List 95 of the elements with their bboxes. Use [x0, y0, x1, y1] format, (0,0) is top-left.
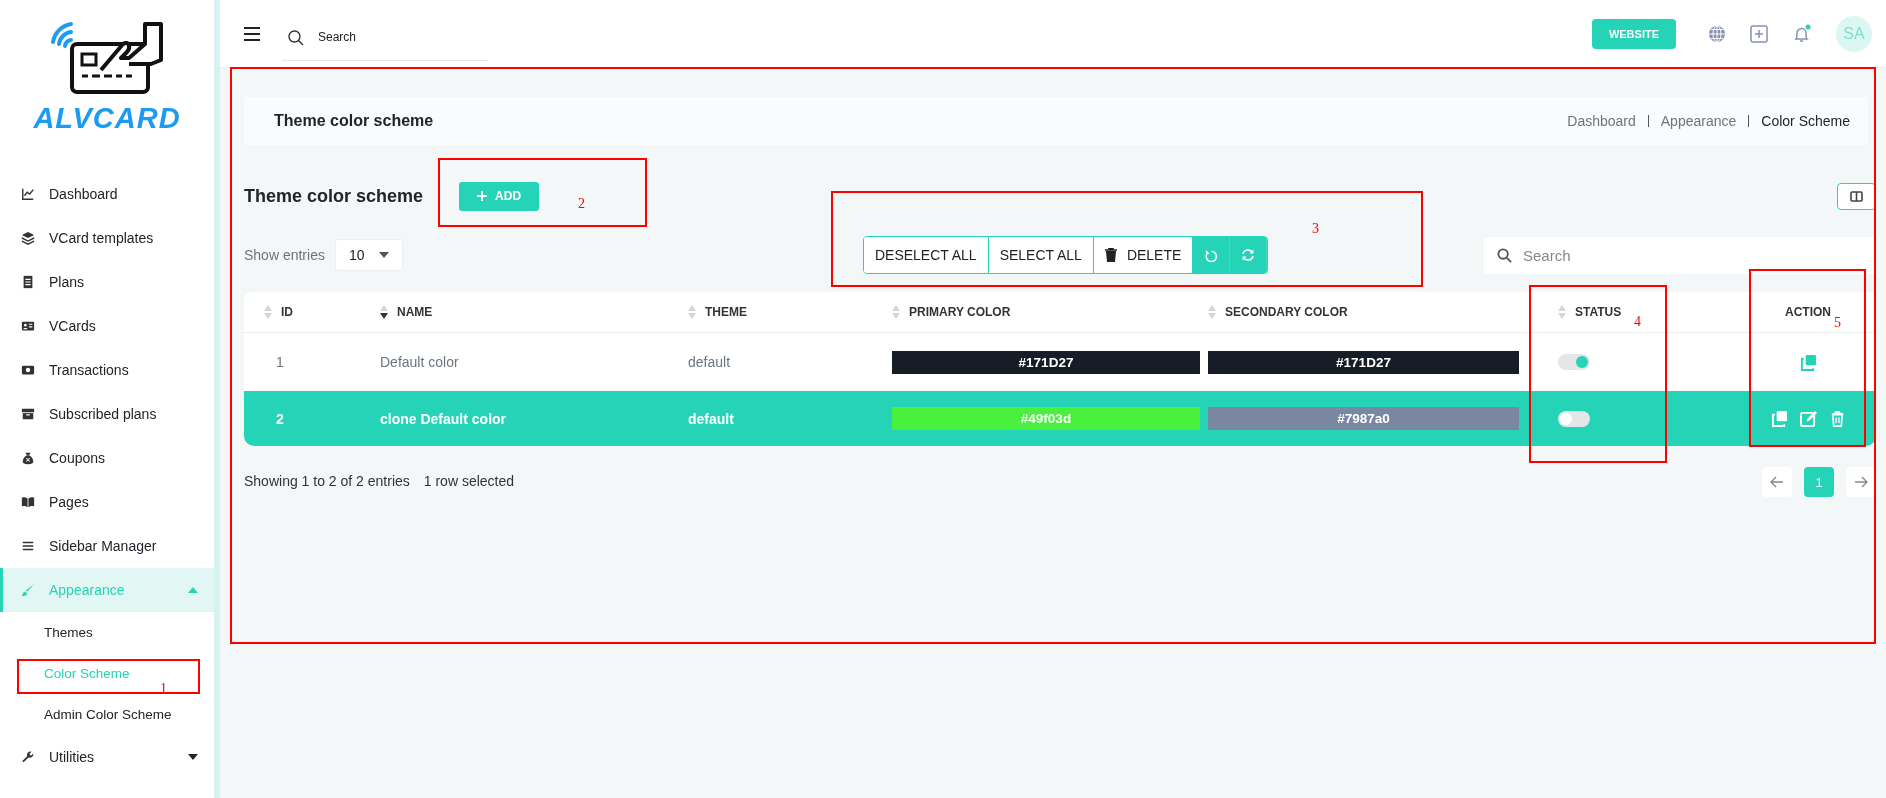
add-icon[interactable] — [1750, 24, 1768, 43]
wrench-icon — [21, 750, 35, 764]
column-header[interactable]: NAME — [380, 305, 433, 319]
table-cell-text: clone Default color — [379, 410, 508, 427]
book-icon — [21, 495, 35, 509]
sidebar-item[interactable]: Pages — [0, 480, 214, 524]
sidebar-item-label: Pages — [49, 494, 89, 510]
column-header[interactable]: STATUS — [1558, 305, 1622, 319]
list-icon — [21, 539, 35, 553]
arrow-left-icon — [1770, 476, 1784, 488]
sidebar-item-label: Transactions — [49, 362, 129, 378]
section-heading: Theme color scheme — [244, 185, 424, 207]
entries-info: Showing 1 to 2 of 2 entries — [244, 473, 410, 489]
column-header[interactable]: THEME — [688, 305, 747, 319]
toolbar-button[interactable]: DESELECT ALL — [863, 237, 989, 273]
bell-icon[interactable] — [1792, 23, 1812, 44]
sidebar-item[interactable]: Plans — [0, 260, 214, 304]
menu-icon[interactable] — [244, 26, 260, 41]
sidebar-item[interactable]: Coupons — [0, 436, 214, 480]
sidebar-item-label: VCard templates — [49, 230, 154, 246]
table-row[interactable]: 1 Default color default #171D27 #171D27 — [244, 333, 1876, 391]
sidebar-item-label: Sidebar Manager — [49, 538, 157, 554]
layers-icon — [21, 231, 35, 245]
entries-dropdown[interactable]: 10 — [334, 239, 403, 271]
sidebar-item[interactable]: Utilities — [0, 735, 214, 779]
table-cell-text: Default color — [379, 354, 460, 370]
brush-icon — [21, 583, 35, 597]
chart-icon — [21, 187, 35, 201]
sidebar-item[interactable]: VCards — [0, 304, 214, 348]
copy-icon[interactable] — [1770, 410, 1788, 427]
sidebar-item-label: Appearance — [49, 582, 125, 598]
breadcrumb-link[interactable]: Color Scheme — [1761, 113, 1850, 129]
sync-button[interactable] — [1230, 237, 1268, 273]
next-page-button[interactable] — [1846, 467, 1876, 497]
color-swatch: #7987a0 — [1208, 407, 1519, 430]
sidebar-item-label: Subscribed plans — [49, 406, 157, 422]
status-toggle[interactable] — [1558, 354, 1590, 370]
caret-icon — [378, 252, 389, 258]
columns-icon — [1850, 190, 1863, 202]
sidebar-item-label: Utilities — [49, 749, 95, 765]
submenu-item[interactable]: Admin Color Scheme — [44, 694, 172, 735]
sidebar-item[interactable]: Subscribed plans — [0, 392, 214, 436]
sidebar-item[interactable]: VCard templates — [0, 216, 214, 260]
edit-icon[interactable] — [1799, 410, 1817, 427]
selection-info: 1 row selected — [423, 473, 515, 489]
column-header[interactable]: ID — [264, 305, 293, 319]
show-entries-label: Show entries — [244, 247, 325, 263]
search-field[interactable]: Search — [282, 14, 488, 61]
trash-icon — [1104, 248, 1117, 262]
annotation-number: 4 — [1634, 314, 1641, 330]
color-swatch: #171D27 — [1208, 350, 1519, 374]
search-field[interactable]: Search — [1484, 236, 1876, 274]
column-header: ACTION — [1785, 305, 1831, 319]
banknote-icon — [21, 363, 35, 377]
page-title: Theme color scheme — [274, 112, 434, 130]
sidebar-item-label: Coupons — [49, 450, 106, 466]
status-toggle[interactable] — [1558, 410, 1590, 427]
annotation-number: 5 — [1834, 315, 1841, 331]
sidebar-item-label: VCards — [49, 318, 96, 334]
annotation-number: 3 — [1312, 221, 1319, 237]
search-icon — [1497, 247, 1512, 263]
search-icon — [288, 29, 304, 46]
table-row[interactable]: 2 clone Default color default #49f03d #7987a0 — [244, 391, 1876, 446]
id-card-icon — [21, 319, 35, 333]
copy-icon[interactable] — [1799, 353, 1817, 371]
document-icon — [21, 275, 35, 289]
arrow-right-icon — [1854, 476, 1868, 488]
reload-icon — [1204, 248, 1218, 262]
globe-icon[interactable] — [1708, 24, 1726, 43]
money-bag-icon — [21, 451, 35, 465]
color-swatch: #49f03d — [892, 407, 1200, 430]
table-cell-text: default — [687, 410, 735, 427]
sort-icon[interactable] — [380, 305, 388, 319]
plus-icon — [477, 191, 488, 201]
previous-page-button[interactable] — [1762, 467, 1792, 497]
reload-button[interactable] — [1193, 237, 1231, 273]
column-header[interactable]: PRIMARY COLOR — [892, 305, 1011, 319]
sync-icon — [1241, 248, 1256, 262]
breadcrumb-link[interactable]: Dashboard — [1567, 113, 1636, 129]
columns-button[interactable] — [1837, 182, 1876, 210]
sidebar-item-label: Plans — [49, 274, 85, 290]
sidebar-item-label: Dashboard — [49, 186, 118, 202]
annotation-number: 2 — [578, 196, 585, 212]
logo-text: ALVCARD — [33, 102, 181, 135]
table-cell-text: default — [687, 354, 732, 370]
sidebar-item[interactable]: Dashboard — [0, 172, 214, 216]
sidebar-item[interactable]: Sidebar Manager — [0, 524, 214, 568]
column-header[interactable]: SECONDARY COLOR — [1208, 305, 1348, 319]
table-cell-text: 2 — [275, 410, 285, 427]
submenu-item[interactable]: Themes — [44, 612, 93, 653]
sidebar-item[interactable]: Transactions — [0, 348, 214, 392]
archive-icon — [21, 407, 35, 421]
color-swatch: #171D27 — [892, 350, 1200, 374]
breadcrumb-link[interactable]: Appearance — [1660, 113, 1737, 129]
table-cell-text: 1 — [275, 354, 285, 370]
